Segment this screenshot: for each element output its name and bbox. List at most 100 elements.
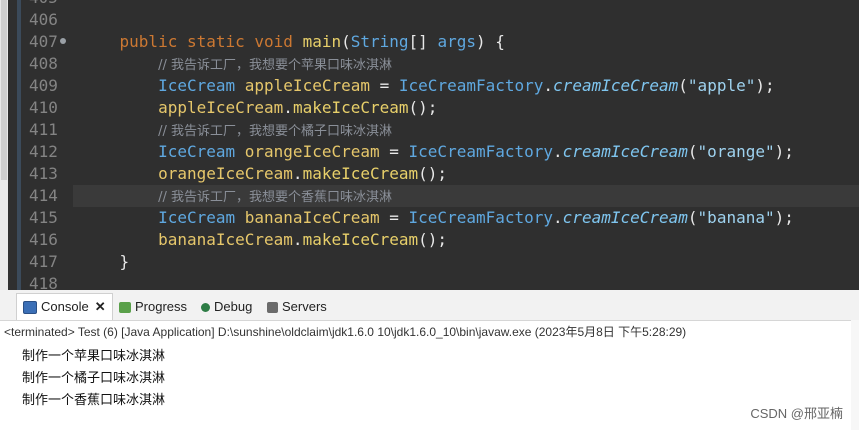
code-token: makeIceCream <box>302 164 419 183</box>
code-text: orangeIceCream.makeIceCream(); <box>81 163 447 185</box>
line-number: 409 <box>29 76 58 95</box>
code-line[interactable]: 405 <box>29 0 859 9</box>
code-token: "orange" <box>697 142 775 161</box>
watermark: CSDN @邢亚楠 <box>750 406 843 421</box>
line-number: 412 <box>29 142 58 161</box>
code-token: = <box>379 142 409 161</box>
code-token: IceCreamFactory <box>408 208 554 227</box>
code-token: . <box>292 230 303 249</box>
servers-icon <box>267 301 278 313</box>
code-token: . <box>543 76 554 95</box>
tab-console[interactable]: Console ✕ <box>16 293 113 320</box>
code-token: // 我告诉工厂，我想要个橘子口味冰淇淋 <box>158 124 392 139</box>
code-line[interactable]: 408 // 我告诉工厂，我想要个苹果口味冰淇淋 <box>29 53 859 77</box>
tab-debug-label: Debug <box>214 299 253 314</box>
code-token: makeIceCream <box>292 98 409 117</box>
tab-progress[interactable]: Progress <box>119 296 187 318</box>
line-number: 407 <box>29 32 58 51</box>
code-text: IceCream bananaIceCream = IceCreamFactor… <box>81 207 794 229</box>
tab-debug[interactable]: Debug <box>201 296 252 318</box>
code-token: . <box>292 164 303 183</box>
code-line[interactable]: 411 // 我告诉工厂，我想要个橘子口味冰淇淋 <box>29 119 859 141</box>
code-token: = <box>379 208 409 227</box>
code-token: ); <box>755 76 775 95</box>
code-token: ); <box>774 142 794 161</box>
code-line[interactable]: 413 orangeIceCream.makeIceCream(); <box>29 163 859 185</box>
code-line[interactable]: 406 <box>29 9 859 31</box>
overview-scroll-mark <box>1 0 7 180</box>
code-area[interactable]: 405406407 public static void main(String… <box>29 0 859 290</box>
line-number: 417 <box>29 252 58 271</box>
code-token: String <box>350 32 409 51</box>
code-token: main <box>302 32 342 51</box>
code-token: [] <box>408 32 438 51</box>
close-icon[interactable]: ✕ <box>95 296 106 318</box>
line-number: 405 <box>29 0 73 9</box>
code-token: ( <box>687 142 698 161</box>
code-token: = <box>370 76 399 95</box>
code-text: IceCream orangeIceCream = IceCreamFactor… <box>81 141 794 163</box>
code-line[interactable]: 416 bananaIceCream.makeIceCream(); <box>29 229 859 251</box>
code-token: // 我告诉工厂，我想要个苹果口味冰淇淋 <box>158 58 392 73</box>
code-text: appleIceCream.makeIceCream(); <box>81 97 437 119</box>
code-token: . <box>553 142 563 161</box>
code-token: bananaIceCream <box>244 208 380 227</box>
code-text: // 我告诉工厂，我想要个苹果口味冰淇淋 <box>81 53 392 77</box>
debug-icon <box>201 302 210 312</box>
line-number: 418 <box>29 274 58 290</box>
code-token: makeIceCream <box>302 230 419 249</box>
code-token: appleIceCream <box>158 98 284 117</box>
code-token: creamIceCream <box>562 142 688 161</box>
code-token: (); <box>418 230 448 249</box>
code-token: ) { <box>475 32 505 51</box>
code-token: (); <box>408 98 438 117</box>
line-number: 415 <box>29 208 58 227</box>
code-text: public static void main(String[] args) { <box>81 31 505 53</box>
code-token: } <box>119 252 130 271</box>
code-token: "banana" <box>697 208 775 227</box>
tab-progress-label: Progress <box>135 299 188 314</box>
code-token: IceCream <box>158 76 245 95</box>
code-token: ( <box>341 32 351 51</box>
code-editor[interactable]: 405406407 public static void main(String… <box>0 0 859 290</box>
code-text: } <box>81 251 130 273</box>
progress-icon <box>119 301 131 313</box>
code-token: IceCream <box>158 208 245 227</box>
code-line[interactable]: 407 public static void main(String[] arg… <box>29 31 859 53</box>
tab-console-label: Console <box>41 299 89 314</box>
line-number: 414 <box>29 186 58 205</box>
line-number: 410 <box>29 98 58 117</box>
view-tab-bar: Console ✕ Progress Debug Servers <box>0 290 859 321</box>
code-line[interactable]: 417 } <box>29 251 859 273</box>
code-line[interactable]: 409 IceCream appleIceCream = IceCreamFac… <box>29 75 859 97</box>
code-token: (); <box>418 164 448 183</box>
console-status-line: <terminated> Test (6) [Java Application]… <box>4 325 687 339</box>
code-token: // 我告诉工厂，我想要个香蕉口味冰淇淋 <box>158 190 392 205</box>
code-token: creamIceCream <box>553 76 679 95</box>
line-number: 413 <box>29 164 58 183</box>
code-line[interactable]: 414 // 我告诉工厂，我想要个香蕉口味冰淇淋 <box>29 185 859 209</box>
code-token: ); <box>774 208 794 227</box>
line-number: 411 <box>29 120 58 139</box>
line-number: 406 <box>29 10 58 29</box>
code-token: public static void <box>119 32 303 51</box>
code-token: IceCreamFactory <box>408 142 554 161</box>
code-token: ( <box>687 208 698 227</box>
code-line[interactable]: 415 IceCream bananaIceCream = IceCreamFa… <box>29 207 859 229</box>
code-line[interactable]: 418 <box>29 273 859 290</box>
code-token: creamIceCream <box>562 208 688 227</box>
line-number: 408 <box>29 54 58 73</box>
console-scrollbar[interactable] <box>851 320 859 430</box>
code-text: // 我告诉工厂，我想要个香蕉口味冰淇淋 <box>81 185 392 209</box>
code-token: "apple" <box>687 76 756 95</box>
code-token: IceCream <box>158 142 245 161</box>
code-line[interactable]: 412 IceCream orangeIceCream = IceCreamFa… <box>29 141 859 163</box>
code-line[interactable]: 410 appleIceCream.makeIceCream(); <box>29 97 859 119</box>
console-icon <box>23 300 37 314</box>
code-token: bananaIceCream <box>158 230 293 249</box>
tab-servers[interactable]: Servers <box>267 296 327 318</box>
code-text: IceCream appleIceCream = IceCreamFactory… <box>81 75 775 97</box>
code-text: bananaIceCream.makeIceCream(); <box>81 229 447 251</box>
tab-servers-label: Servers <box>282 299 327 314</box>
fold-icon[interactable] <box>60 38 66 44</box>
